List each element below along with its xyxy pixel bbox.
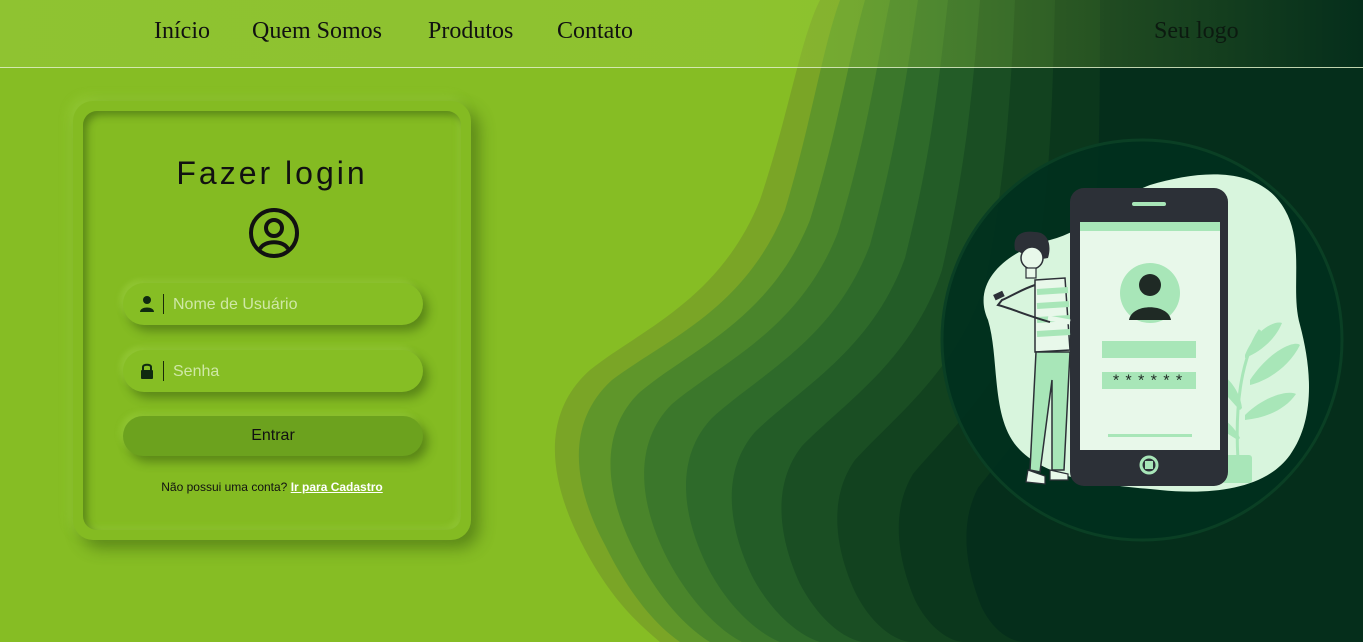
phone-graphic: ****** [1070, 188, 1228, 486]
site-logo[interactable]: Seu logo [1154, 18, 1239, 45]
nav-link-produtos[interactable]: Produtos [428, 18, 513, 45]
username-input[interactable] [171, 283, 415, 327]
login-title: Fazer login [176, 155, 368, 191]
nav-link-contato[interactable]: Contato [557, 18, 633, 45]
nav-link-inicio[interactable]: Início [154, 18, 210, 45]
signup-link[interactable]: Ir para Cadastro [291, 480, 383, 494]
password-input[interactable] [171, 350, 415, 394]
signup-prompt-text: Não possui uma conta? [161, 480, 288, 494]
phone-login-illustration: ****** [983, 174, 1310, 492]
signup-prompt-line: Não possui uma conta? Ir para Cadastro [83, 480, 461, 494]
login-card-inner: Fazer login Entrar Não possui uma con [83, 111, 461, 530]
username-field [123, 283, 423, 327]
submit-button[interactable]: Entrar [123, 416, 423, 456]
user-circle-icon [249, 208, 299, 258]
password-mask-text: ****** [1111, 373, 1187, 391]
password-separator [163, 361, 164, 381]
top-navigation-bar: Início Quem Somos Produtos Contato Seu l… [0, 0, 1363, 68]
lock-icon [141, 363, 153, 379]
user-icon [140, 296, 154, 312]
nav-link-quem-somos[interactable]: Quem Somos [252, 18, 382, 45]
password-field [123, 350, 423, 394]
username-separator [163, 294, 164, 314]
login-card: Fazer login Entrar Não possui uma con [73, 101, 471, 540]
